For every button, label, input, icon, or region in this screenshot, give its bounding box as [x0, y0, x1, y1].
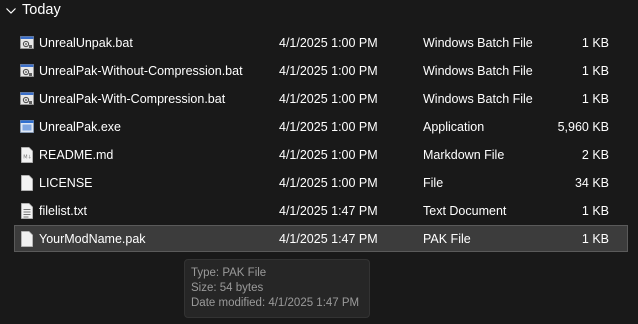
file-name: UnrealPak.exe: [39, 120, 121, 134]
file-name: UnrealUnpak.bat: [39, 36, 133, 50]
file-type: File: [423, 176, 444, 190]
svg-text:M↓: M↓: [23, 155, 32, 161]
tooltip-date: Date modified: 4/1/2025 1:47 PM: [191, 297, 360, 309]
file-name: UnrealPak-With-Compression.bat: [39, 92, 226, 106]
tooltip-size: Size: 54 bytes: [191, 282, 264, 294]
file-type: Markdown File: [423, 148, 505, 162]
file-date-modified: 4/1/2025 1:00 PM: [279, 64, 378, 78]
file-size: 2 KB: [581, 148, 609, 162]
file-name: filelist.txt: [39, 204, 87, 218]
file-date-modified: 4/1/2025 1:00 PM: [279, 176, 378, 190]
chevron-down-icon[interactable]: [5, 6, 17, 16]
file-size: 1 KB: [581, 232, 609, 246]
blank-file-icon: [20, 175, 34, 191]
file-row[interactable]: M↓ README.md 4/1/2025 1:00 PM Markdown File…: [14, 141, 628, 168]
file-row[interactable]: UnrealPak-With-Compression.bat 4/1/2025 1…: [14, 85, 628, 112]
file-row[interactable]: UnrealPak.exe 4/1/2025 1:00 PM Application…: [14, 113, 628, 140]
file-row[interactable]: LICENSE 4/1/2025 1:00 PM File 34 KB: [14, 169, 628, 196]
file-type: PAK File: [423, 232, 471, 246]
batch-file-icon: [20, 35, 34, 51]
file-size: 5,960 KB: [557, 120, 609, 134]
tooltip-type: Type: PAK File: [191, 267, 267, 279]
group-title: Today: [22, 2, 61, 18]
file-row[interactable]: filelist.txt 4/1/2025 1:47 PM Text Documen…: [14, 197, 628, 224]
file-row[interactable]: UnrealUnpak.bat 4/1/2025 1:00 PM Windows B…: [14, 29, 628, 56]
file-size: 1 KB: [581, 64, 609, 78]
file-name: YourModName.pak: [39, 232, 146, 246]
file-size: 1 KB: [581, 92, 609, 106]
file-type: Text Document: [423, 204, 507, 218]
file-date-modified: 4/1/2025 1:00 PM: [279, 36, 378, 50]
file-type: Windows Batch File: [423, 36, 533, 50]
file-type: Windows Batch File: [423, 64, 533, 78]
batch-file-icon: [20, 91, 34, 107]
batch-file-icon: [20, 63, 34, 79]
file-type: Application: [423, 120, 485, 134]
text-file-icon: [20, 203, 34, 219]
file-name: LICENSE: [39, 176, 93, 190]
file-size: 34 KB: [574, 176, 609, 190]
file-size: 1 KB: [581, 36, 609, 50]
file-list: UnrealUnpak.bat 4/1/2025 1:00 PM Windows B…: [14, 29, 628, 253]
file-row[interactable]: UnrealPak-Without-Compression.bat 4/1/202…: [14, 57, 628, 84]
file-date-modified: 4/1/2025 1:47 PM: [279, 232, 378, 246]
file-size: 1 KB: [581, 204, 609, 218]
file-name: README.md: [39, 148, 114, 162]
file-date-modified: 4/1/2025 1:00 PM: [279, 148, 378, 162]
file-date-modified: 4/1/2025 1:47 PM: [279, 204, 378, 218]
file-row[interactable]: YourModName.pak 4/1/2025 1:47 PM PAK File 1…: [14, 225, 628, 252]
file-name: UnrealPak-Without-Compression.bat: [39, 64, 243, 78]
file-type: Windows Batch File: [423, 92, 533, 106]
application-icon: [20, 119, 34, 135]
file-tooltip: Type: PAK File Size: 54 bytes Date modif…: [184, 259, 370, 318]
markdown-file-icon: M↓: [20, 147, 34, 163]
blank-file-icon: [20, 231, 34, 247]
file-date-modified: 4/1/2025 1:00 PM: [279, 92, 378, 106]
file-date-modified: 4/1/2025 1:00 PM: [279, 120, 378, 134]
